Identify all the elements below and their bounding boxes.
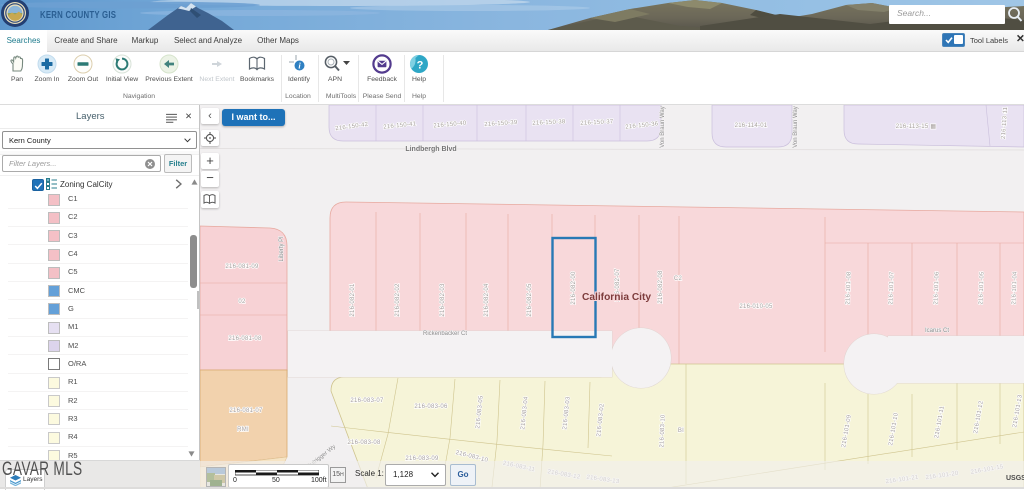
svg-text:216-083-07: 216-083-07 xyxy=(350,398,384,404)
svg-text:216-101-04: 216-101-04 xyxy=(1011,271,1018,305)
svg-text:216-082-05: 216-082-05 xyxy=(527,283,533,317)
svg-text:216-101-07: 216-101-07 xyxy=(888,271,895,305)
svg-text:216-082-04: 216-082-04 xyxy=(484,283,490,317)
svg-text:216-083-10: 216-083-10 xyxy=(659,414,666,448)
svg-text:BI: BI xyxy=(678,428,684,434)
svg-text:216-101-08: 216-101-08 xyxy=(845,271,852,305)
svg-text:Rickenbacker Ct: Rickenbacker Ct xyxy=(423,331,467,337)
svg-text:216-082-00: 216-082-00 xyxy=(571,271,577,305)
svg-text:RMI: RMI xyxy=(237,427,249,433)
svg-text:Von Braun Way: Von Braun Way xyxy=(660,106,666,147)
svg-text:216-081-09: 216-081-09 xyxy=(225,264,259,270)
svg-text:Lindbergh Blvd: Lindbergh Blvd xyxy=(405,146,456,153)
svg-text:216-101-06: 216-101-06 xyxy=(933,271,940,305)
svg-text:216-114-01: 216-114-01 xyxy=(735,123,768,129)
svg-text:216-010-05: 216-010-05 xyxy=(739,304,773,310)
svg-text:216-083-06: 216-083-06 xyxy=(414,404,448,410)
svg-text:?: ? xyxy=(417,60,424,72)
svg-text:216-082-01: 216-082-01 xyxy=(350,283,356,317)
svg-text:216-082-03: 216-082-03 xyxy=(440,283,446,317)
svg-text:216-081-07: 216-081-07 xyxy=(229,408,263,414)
svg-text:216-101-05: 216-101-05 xyxy=(978,271,985,305)
svg-text:216-083-08: 216-083-08 xyxy=(347,440,381,446)
svg-text:216-082-02: 216-082-02 xyxy=(395,283,401,317)
svg-text:216-082-08: 216-082-08 xyxy=(658,270,664,304)
svg-text:02: 02 xyxy=(238,299,246,305)
svg-text:216-113-15 ▦: 216-113-15 ▦ xyxy=(896,124,937,130)
svg-text:C2: C2 xyxy=(674,276,683,282)
svg-text:Liberty Pl: Liberty Pl xyxy=(279,236,285,261)
svg-text:Icarus Ct: Icarus Ct xyxy=(925,328,949,334)
svg-text:216-081-08: 216-081-08 xyxy=(228,336,262,342)
svg-text:Von Braun Way: Von Braun Way xyxy=(793,106,799,147)
svg-text:California City: California City xyxy=(582,292,651,303)
